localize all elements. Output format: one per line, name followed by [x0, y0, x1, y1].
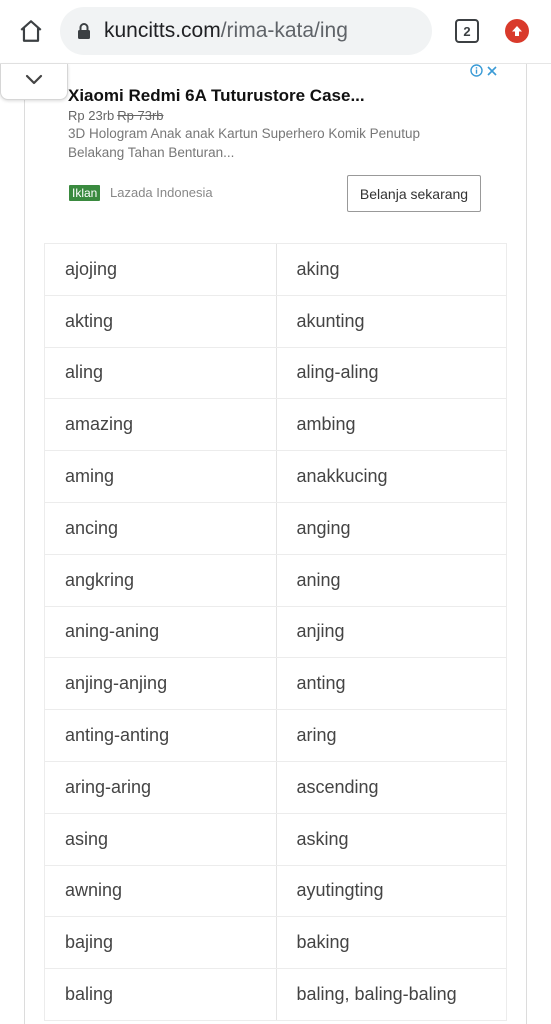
word-link[interactable]: anakkucing	[275, 451, 507, 502]
word-link[interactable]: aling-aling	[275, 347, 507, 399]
url-domain: kuncitts.com	[104, 19, 221, 42]
word-link[interactable]: aring-aring	[44, 761, 276, 813]
word-link[interactable]: anting-anting	[44, 710, 276, 761]
ad-badge: Iklan	[69, 185, 101, 201]
table-row: amazing ambing	[44, 399, 507, 452]
collapse-toggle[interactable]	[0, 64, 68, 100]
table-row: akting akunting	[44, 295, 507, 348]
word-link[interactable]: aring	[275, 710, 507, 761]
word-link[interactable]: ascending	[275, 761, 507, 813]
word-link[interactable]: ancing	[44, 502, 276, 554]
table-row: aning-aning anjing	[44, 606, 507, 659]
browser-toolbar: kuncitts.com/rima-kata/ing 2	[0, 0, 551, 64]
word-link[interactable]: ayutingting	[275, 865, 507, 917]
address-bar[interactable]: kuncitts.com/rima-kata/ing	[60, 7, 432, 55]
url-text: kuncitts.com/rima-kata/ing	[104, 19, 348, 43]
word-link[interactable]: aling	[44, 347, 276, 399]
word-link[interactable]: amazing	[44, 399, 276, 451]
rhyme-word-table: ajojing aking akting akunting aling aling-ali…	[44, 243, 507, 1021]
word-link[interactable]: awning	[44, 865, 276, 917]
ad-shop-now-button[interactable]: Belanja sekarang	[347, 175, 481, 212]
chevron-down-icon	[25, 73, 43, 91]
word-link[interactable]: anting	[275, 658, 507, 710]
tab-count: 2	[463, 23, 471, 39]
table-row: ajojing aking	[44, 244, 507, 296]
word-link[interactable]: aning	[275, 554, 507, 606]
table-row: anjing-anjing anting	[44, 658, 507, 711]
ad-title[interactable]: Xiaomi Redmi 6A Tuturustore Case...	[68, 86, 365, 106]
word-link[interactable]: baling	[44, 969, 276, 1020]
ad-banner[interactable]: Xiaomi Redmi 6A Tuturustore Case... Rp 2…	[68, 80, 508, 230]
lock-icon	[76, 21, 92, 41]
word-link[interactable]: bajing	[44, 917, 276, 969]
word-link[interactable]: anjing	[275, 606, 507, 658]
tab-switcher-button[interactable]: 2	[455, 19, 479, 43]
table-row: aring-aring ascending	[44, 761, 507, 814]
table-row: bajing baking	[44, 917, 507, 970]
table-row: aling aling-aling	[44, 347, 507, 400]
word-link[interactable]: akunting	[275, 295, 507, 347]
ad-source: Lazada Indonesia	[110, 185, 213, 200]
word-link[interactable]: angkring	[44, 554, 276, 606]
word-link[interactable]: aming	[44, 451, 276, 502]
ad-old-price: Rp 73rb	[117, 108, 164, 123]
ad-price: Rp 23rb Rp 73rb	[68, 108, 164, 123]
table-row: baling baling, baling-baling	[44, 969, 507, 1021]
word-link[interactable]: anging	[275, 502, 507, 554]
url-path: /rima-kata/ing	[220, 19, 348, 42]
word-link[interactable]: akting	[44, 295, 276, 347]
table-row: angkring aning	[44, 554, 507, 607]
table-row: awning ayutingting	[44, 865, 507, 918]
ad-controls	[470, 64, 498, 80]
table-row: ancing anging	[44, 502, 507, 555]
ad-current-price: Rp 23rb	[68, 108, 115, 123]
word-link[interactable]: aking	[275, 244, 507, 295]
table-row: asing asking	[44, 813, 507, 866]
word-link[interactable]: ajojing	[44, 244, 276, 295]
ad-description: 3D Hologram Anak anak Kartun Superhero K…	[68, 126, 420, 160]
table-row: anting-anting aring	[44, 710, 507, 762]
word-link[interactable]: asking	[275, 813, 507, 865]
word-link[interactable]: aning-aning	[44, 606, 276, 658]
word-link[interactable]: asing	[44, 813, 276, 865]
word-link[interactable]: ambing	[275, 399, 507, 451]
word-link[interactable]: anjing-anjing	[44, 658, 276, 710]
word-link[interactable]: baking	[275, 917, 507, 969]
home-icon[interactable]	[14, 14, 48, 48]
word-link[interactable]: baling, baling-baling	[275, 969, 507, 1020]
table-row: aming anakkucing	[44, 451, 507, 503]
extension-icon[interactable]	[505, 19, 529, 43]
